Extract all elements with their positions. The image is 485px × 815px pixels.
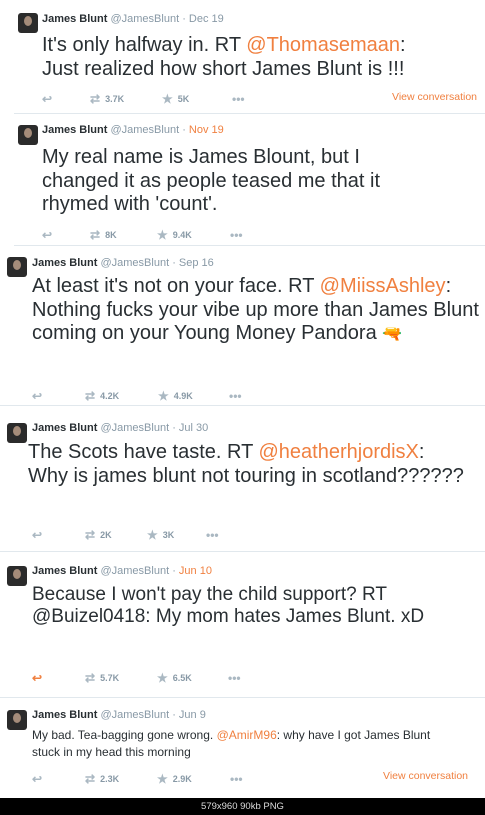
favorite-button[interactable]: ★ 3K [147,528,174,542]
tweet-date[interactable]: Jul 30 [179,422,208,434]
reply-button[interactable]: ↩ [42,92,52,106]
reply-icon: ↩ [32,389,43,403]
author-name[interactable]: James Blunt [32,709,97,721]
tweet-date[interactable]: Jun 9 [179,709,206,721]
tweet-text: My real name is James Blount, but I chan… [42,146,381,216]
tweet-4: James Blunt @JamesBlunt · Jul 30 The Sco… [0,406,485,552]
tweet-date[interactable]: Nov 19 [189,124,224,136]
retweet-icon: ⇄ [85,528,96,542]
favorite-button[interactable]: ★ 5K [162,92,189,106]
image-status-bar: 579x960 90kb PNG [0,798,485,815]
reply-button[interactable]: ↩ [32,671,42,685]
author-name[interactable]: James Blunt [42,124,107,136]
tweet-3: James Blunt @JamesBlunt · Sep 16 At leas… [0,246,485,406]
retweet-icon: ⇄ [85,671,96,685]
view-conversation-link[interactable]: View conversation [383,770,468,782]
more-icon: ••• [228,671,241,685]
avatar[interactable] [7,257,27,277]
tweet-header: James Blunt @JamesBlunt · Jun 9 [32,709,206,721]
favorite-button[interactable]: ★ 6.5K [157,671,192,685]
author-name[interactable]: James Blunt [32,257,97,269]
mention-link[interactable]: @heatherhjordisX [259,441,419,463]
reply-button[interactable]: ↩ [32,528,42,542]
author-name[interactable]: James Blunt [42,13,107,25]
more-icon: ••• [206,528,219,542]
more-button[interactable]: ••• [230,772,243,786]
author-handle[interactable]: @JamesBlunt [100,565,169,577]
more-button[interactable]: ••• [228,671,241,685]
more-button[interactable]: ••• [230,228,243,242]
mention-link[interactable]: @Thomasemaan [246,34,400,56]
mention-link[interactable]: @AmirM96 [217,728,277,742]
reply-icon: ↩ [32,671,43,685]
retweet-icon: ⇄ [85,772,96,786]
author-handle[interactable]: @JamesBlunt [110,13,179,25]
tweet-header: James Blunt @JamesBlunt · Dec 19 [42,13,224,25]
more-icon: ••• [229,389,242,403]
retweet-icon: ⇄ [85,389,96,403]
retweet-button[interactable]: ⇄ 5.7K [85,671,119,685]
reply-icon: ↩ [42,92,53,106]
tweet-text: Because I won't pay the child support? R… [32,584,425,628]
author-name[interactable]: James Blunt [32,422,97,434]
author-handle[interactable]: @JamesBlunt [100,422,169,434]
star-icon: ★ [147,528,158,542]
star-icon: ★ [157,228,168,242]
mention-link[interactable]: @MiissAshley [320,275,446,297]
tweet-5: James Blunt @JamesBlunt · Jun 10 Because… [0,552,485,698]
reply-button[interactable]: ↩ [32,772,42,786]
favorite-button[interactable]: ★ 9.4K [157,228,192,242]
retweet-button[interactable]: ⇄ 8K [90,228,117,242]
more-button[interactable]: ••• [229,389,242,403]
tweet-header: James Blunt @JamesBlunt · Nov 19 [42,124,224,136]
retweet-button[interactable]: ⇄ 2.3K [85,772,119,786]
author-name[interactable]: James Blunt [32,565,97,577]
favorite-button[interactable]: ★ 2.9K [157,772,192,786]
more-icon: ••• [230,772,243,786]
avatar[interactable] [18,125,38,145]
retweet-icon: ⇄ [90,92,101,106]
tweet-date[interactable]: Sep 16 [179,257,214,269]
tweet-header: James Blunt @JamesBlunt · Jul 30 [32,422,209,434]
tweet-1: James Blunt @JamesBlunt · Dec 19 It's on… [14,0,485,114]
star-icon: ★ [157,671,168,685]
more-button[interactable]: ••• [232,92,245,106]
tweet-text: At least it's not on your face. RT @Miis… [32,275,479,345]
favorite-button[interactable]: ★ 4.9K [158,389,193,403]
avatar[interactable] [7,710,27,730]
retweet-icon: ⇄ [90,228,101,242]
tweet-text: It's only halfway in. RT @Thomasemaan: J… [42,34,406,80]
retweet-button[interactable]: ⇄ 2K [85,528,112,542]
star-icon: ★ [162,92,173,106]
reply-icon: ↩ [32,772,43,786]
reply-button[interactable]: ↩ [32,389,42,403]
more-icon: ••• [232,92,245,106]
reply-icon: ↩ [32,528,43,542]
tweet-text: My bad. Tea-bagging gone wrong. @AmirM96… [32,728,431,759]
tweet-2: James Blunt @JamesBlunt · Nov 19 My real… [14,114,485,246]
reply-button[interactable]: ↩ [42,228,52,242]
star-icon: ★ [157,772,168,786]
avatar[interactable] [7,566,27,586]
tweet-date[interactable]: Dec 19 [189,13,224,25]
star-icon: ★ [158,389,169,403]
reply-icon: ↩ [42,228,53,242]
retweet-button[interactable]: ⇄ 4.2K [85,389,119,403]
author-handle[interactable]: @JamesBlunt [110,124,179,136]
tweet-header: James Blunt @JamesBlunt · Jun 10 [32,565,212,577]
tweet-text: The Scots have taste. RT @heatherhjordis… [28,441,464,487]
avatar[interactable] [18,13,38,33]
author-handle[interactable]: @JamesBlunt [100,257,169,269]
tweet-6: James Blunt @JamesBlunt · Jun 9 My bad. … [0,698,485,798]
view-conversation-link[interactable]: View conversation [392,91,477,103]
gun-emoji: 🔫 [382,326,403,344]
author-handle[interactable]: @JamesBlunt [100,709,169,721]
more-button[interactable]: ••• [206,528,219,542]
avatar[interactable] [7,423,27,443]
tweet-header: James Blunt @JamesBlunt · Sep 16 [32,257,214,269]
retweet-button[interactable]: ⇄ 3.7K [90,92,124,106]
more-icon: ••• [230,228,243,242]
tweet-date[interactable]: Jun 10 [179,565,212,577]
